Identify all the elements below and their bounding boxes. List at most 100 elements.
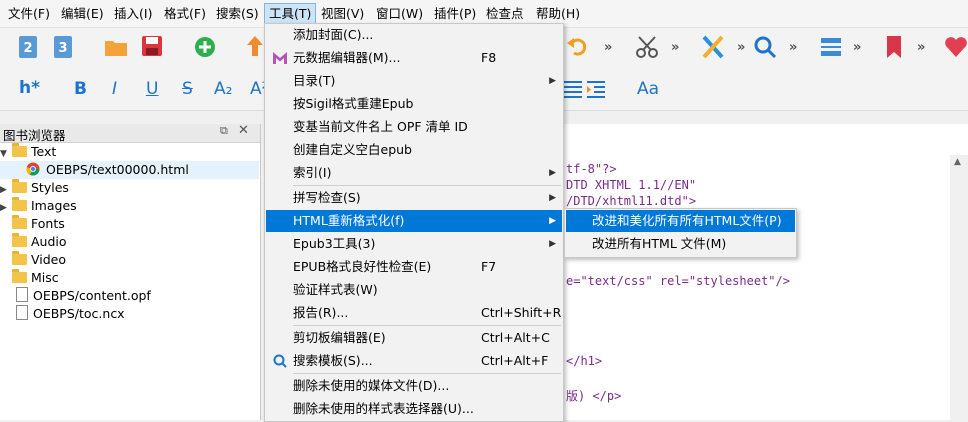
strikethrough-button[interactable]: S [182,79,193,99]
menu-item-delete-unused-media[interactable]: 删除未使用的媒体文件(D)... [266,375,562,397]
submenu-arrow-icon: ▶ [549,193,556,203]
menu-tools[interactable]: 工具(T) [264,3,317,24]
editor-scrollbar[interactable]: ▲ [950,155,968,420]
tree-folder-audio[interactable]: Audio [0,233,67,251]
tree-label: Images [31,198,77,213]
change-case-button[interactable]: Aa [637,79,659,99]
submenu-arrow-icon: ▶ [549,76,556,86]
underline-button[interactable]: U [146,79,158,99]
toolbar-more-3[interactable]: » [737,40,745,55]
menu-item-index[interactable]: 索引(I) ▶ [266,162,562,184]
menu-item-rebase-opf-ids[interactable]: 变基当前文件名上 OPF 清单 ID [266,116,562,138]
menu-insert[interactable]: 插入(I) [110,4,156,23]
heading2-doc-icon[interactable]: 2 [17,34,39,60]
cut-icon[interactable] [634,34,660,60]
folder-icon [12,251,27,265]
tree-folder-misc[interactable]: Misc [0,269,59,287]
code-line: /DTD/xhtml11.dtd"> [566,194,697,208]
menu-edit[interactable]: 编辑(E) [57,4,108,23]
tree-folder-styles[interactable]: ▶ Styles [0,179,69,197]
menu-item-epub3-tools[interactable]: Epub3工具(3) ▶ [266,233,562,255]
book-browser-titlebar: 图书浏览器 ⧉ ✕ [0,123,260,143]
menu-item-clipboard-editor[interactable]: 剪切板编辑器(E) Ctrl+Alt+C [266,327,562,349]
svg-text:2: 2 [23,41,32,56]
toolbar-more-5[interactable]: » [853,40,861,55]
menu-item-toc[interactable]: 目录(T) ▶ [266,70,562,92]
subscript-button[interactable]: A₂ [214,79,232,99]
svg-text:3: 3 [58,41,67,56]
menu-item-validate-stylesheets[interactable]: 验证样式表(W) [266,279,562,301]
tree-file-toc-ncx[interactable]: OEBPS/toc.ncx [0,305,125,323]
folder-icon [12,269,27,283]
folder-icon [12,233,27,247]
file-icon [16,305,28,320]
submenu-item-mend-all[interactable]: 改进所有HTML 文件(M) [566,233,795,255]
float-panel-icon[interactable]: ⧉ [220,124,228,138]
tree-folder-text[interactable]: ▼ Text [0,143,56,161]
menu-item-reports[interactable]: 报告(R)... Ctrl+Shift+R [266,302,562,324]
menu-item-metadata-editor[interactable]: 元数据编辑器(M)... F8 [266,47,562,69]
bookmark-icon[interactable] [883,34,905,60]
folder-icon [12,179,27,193]
toolbar-more-4[interactable]: » [789,40,797,55]
tree-label: Styles [31,180,69,195]
tree-folder-fonts[interactable]: Fonts [0,215,65,233]
menu-item-rebuild-epub[interactable]: 按Sigil格式重建Epub [266,93,562,115]
menu-checkpoint[interactable]: 检查点 [482,4,528,23]
submenu-arrow-icon: ▶ [549,239,556,249]
menu-item-create-blank-epub[interactable]: 创建自定义空白epub [266,139,562,161]
html-reformat-submenu: 改进和美化所有所有HTML文件(P) 改进所有HTML 文件(M) [564,208,797,258]
undo-icon[interactable] [566,35,588,57]
search-template-icon [273,354,287,368]
close-tags-icon[interactable] [700,34,726,60]
toolbar-more-6[interactable]: » [917,40,925,55]
submenu-item-mend-prettify-all[interactable]: 改进和美化所有所有HTML文件(P) [566,210,795,232]
menu-item-delete-unused-selectors[interactable]: 删除未使用的样式表选择器(U)... [266,398,562,420]
align-justify-icon[interactable] [562,77,584,101]
split-icon[interactable] [818,34,844,60]
code-line: e="text/css" rel="stylesheet"/> [566,274,790,288]
menu-item-wellformed-check[interactable]: EPUB格式良好性检查(E) F7 [266,256,562,278]
menu-search[interactable]: 搜索(S) [212,4,263,23]
tree-label: OEBPS/toc.ncx [33,306,125,321]
close-panel-icon[interactable]: ✕ [238,123,249,138]
menu-item-search-templates[interactable]: 搜索模板(S)... Ctrl+Alt+F [266,350,562,372]
menu-separator [293,185,561,186]
menu-item-spellcheck[interactable]: 拼写检查(S) ▶ [266,187,562,209]
tools-menu: 添加封面(C)... 元数据编辑器(M)... F8 目录(T) ▶ 按Sigil格… [264,23,564,422]
submenu-arrow-icon: ▶ [549,216,556,226]
heading3-doc-icon[interactable]: 3 [52,34,74,60]
bold-button[interactable]: B [74,79,87,99]
tree-folder-images[interactable]: ▶ Images [0,197,77,215]
tree-file-content-opf[interactable]: OEBPS/content.opf [0,287,151,305]
menu-item-add-cover[interactable]: 添加封面(C)... [266,24,562,46]
tree-folder-video[interactable]: Video [0,251,66,269]
open-folder-icon[interactable] [103,36,129,58]
menu-view[interactable]: 视图(V) [317,4,368,23]
italic-button[interactable]: I [112,79,117,99]
submenu-arrow-icon: ▶ [549,168,556,178]
tree-file-selected[interactable]: OEBPS/text00000.html [0,161,259,179]
tree-label: Fonts [31,216,65,231]
toolbar-more-1[interactable]: » [604,40,612,55]
toolbar-more-2[interactable]: » [671,40,679,55]
move-up-icon[interactable] [245,34,265,58]
book-browser-title: 图书浏览器 [3,128,66,143]
menu-file[interactable]: 文件(F) [4,4,54,23]
menu-help[interactable]: 帮助(H) [532,4,584,23]
heart-icon[interactable] [944,35,968,59]
menu-window[interactable]: 窗口(W) [372,4,427,23]
save-icon[interactable] [140,34,164,58]
menu-plugins[interactable]: 插件(P) [430,4,480,23]
indent-icon[interactable] [585,77,607,101]
menu-format[interactable]: 格式(F) [160,4,210,23]
menu-item-html-reformat[interactable]: HTML重新格式化(f) ▶ [266,210,562,232]
add-icon[interactable] [193,35,217,59]
heading-dropdown[interactable]: h* [19,78,40,98]
folder-icon [12,215,27,229]
folder-icon [12,143,27,157]
scroll-up-icon[interactable]: ▲ [954,157,961,167]
tree-label: Misc [31,270,59,285]
search-icon[interactable] [752,34,778,60]
metadata-icon [273,52,287,64]
